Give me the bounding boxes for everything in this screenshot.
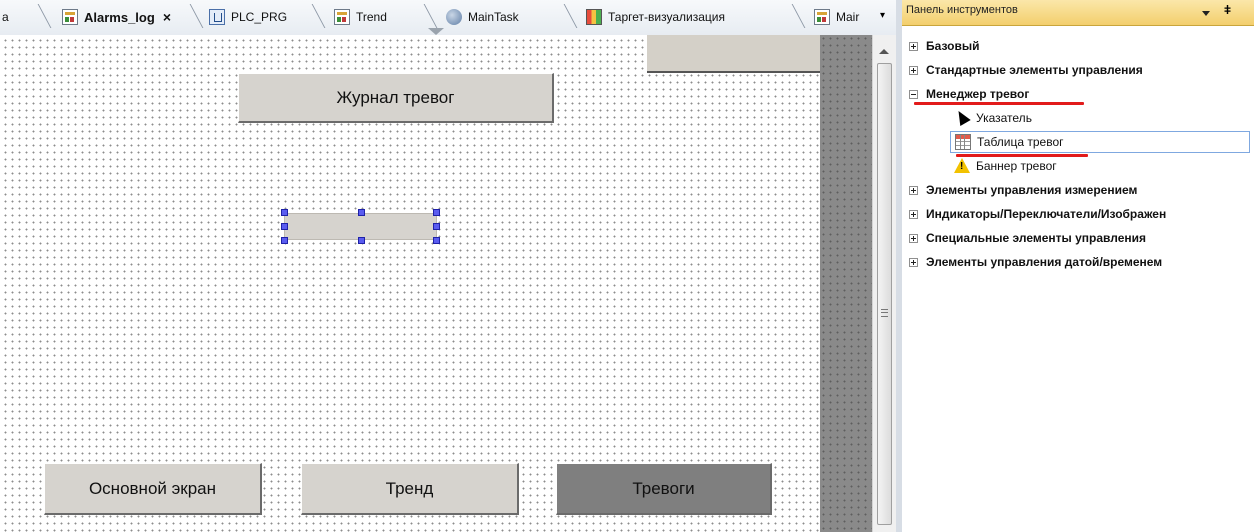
toolbox-group-label: Индикаторы/Переключатели/Изображен — [926, 207, 1167, 221]
program-icon — [209, 9, 225, 25]
expand-plus-icon[interactable] — [909, 233, 918, 243]
toolbox-group-label: Стандартные элементы управления — [926, 63, 1143, 77]
toolbox-group-label: Элементы управления измерением — [926, 183, 1138, 197]
warning-icon: ! — [954, 158, 970, 174]
resize-handle[interactable] — [281, 223, 288, 230]
scrollbar-thumb[interactable] — [877, 63, 892, 525]
panel-menu-chevron-icon[interactable] — [1202, 11, 1210, 16]
resize-handle[interactable] — [281, 237, 288, 244]
annotation-underline — [914, 102, 1084, 105]
resize-handle[interactable] — [358, 237, 365, 244]
toolbox-item-alarm-banner[interactable]: ! Баннер тревог — [954, 156, 1057, 176]
scroll-up-icon[interactable] — [879, 49, 889, 54]
trend-button[interactable]: Тренд — [301, 463, 519, 515]
tab-main-partial[interactable]: Mair — [814, 4, 859, 30]
resize-handle[interactable] — [433, 237, 440, 244]
task-icon — [446, 9, 462, 25]
alarm-table-icon — [955, 134, 971, 150]
tab-target-visualization[interactable]: Таргет-визуализация — [586, 4, 725, 30]
resize-handle[interactable] — [433, 223, 440, 230]
toolbox-group-basic[interactable]: Базовый — [909, 36, 979, 56]
toolbox-group-alarm-manager[interactable]: Менеджер тревог — [909, 84, 1029, 104]
toolbox-title-bar: Панель инструментов ǂ — [902, 0, 1254, 26]
toolbox-group-measurement-controls[interactable]: Элементы управления измерением — [909, 180, 1137, 200]
toolbox-group-indicators[interactable]: Индикаторы/Переключатели/Изображен — [909, 204, 1166, 224]
toolbox-panel: Панель инструментов ǂ Базовый Стандартны… — [902, 0, 1254, 532]
tab-main-partial-label: Mair — [836, 10, 860, 24]
toolbox-item-label: Таблица тревог — [977, 135, 1064, 149]
tab-partial-label: а — [2, 10, 9, 24]
expand-plus-icon[interactable] — [909, 185, 918, 195]
canvas-scroll-marker — [428, 28, 444, 35]
expand-plus-icon[interactable] — [909, 257, 918, 267]
tab-target-visualization-label: Таргет-визуализация — [608, 10, 725, 24]
tab-partial[interactable]: а — [2, 4, 9, 30]
pointer-arrow-icon — [953, 107, 971, 127]
tab-plc-prg[interactable]: PLC_PRG — [209, 4, 287, 30]
journal-title-button[interactable]: Журнал тревог — [238, 73, 554, 123]
pin-icon[interactable]: ǂ — [1224, 3, 1231, 17]
toolbox-item-label: Баннер тревог — [976, 159, 1057, 173]
expand-plus-icon[interactable] — [909, 41, 918, 51]
tab-trend-label: Trend — [356, 10, 387, 24]
tab-overflow-chevron-icon[interactable]: ▾ — [880, 10, 885, 21]
editor-tab-bar: а Alarms_log × PLC_PRG Trend MainTask Та… — [0, 0, 896, 36]
toolbox-group-special-controls[interactable]: Специальные элементы управления — [909, 228, 1146, 248]
alarm-table-placeholder[interactable] — [284, 213, 437, 240]
alarms-button[interactable]: Тревоги — [556, 463, 772, 515]
expand-plus-icon[interactable] — [909, 65, 918, 75]
resize-handle[interactable] — [281, 209, 288, 216]
visualization-icon — [334, 9, 350, 25]
toolbox-group-label: Специальные элементы управления — [926, 231, 1146, 245]
toolbox-title: Панель инструментов — [906, 4, 1018, 16]
toolbox-group-standard-controls[interactable]: Стандартные элементы управления — [909, 60, 1143, 80]
target-visualization-icon — [586, 9, 602, 25]
resize-handle[interactable] — [358, 209, 365, 216]
tab-plc-prg-label: PLC_PRG — [231, 10, 288, 24]
tab-alarms-log[interactable]: Alarms_log × — [62, 4, 171, 30]
tab-alarms-log-label: Alarms_log — [84, 9, 155, 25]
canvas-outside-area — [820, 35, 872, 532]
main-screen-button[interactable]: Основной экран — [44, 463, 262, 515]
visualization-icon — [62, 9, 78, 25]
collapse-minus-icon[interactable] — [909, 89, 918, 99]
visualization-icon — [814, 9, 830, 25]
grip-icon — [881, 309, 888, 317]
toolbox-group-label: Элементы управления датой/временем — [926, 255, 1163, 269]
expand-plus-icon[interactable] — [909, 209, 918, 219]
toolbox-group-datetime-controls[interactable]: Элементы управления датой/временем — [909, 252, 1162, 272]
tab-main-task[interactable]: MainTask — [446, 4, 519, 30]
resize-handle[interactable] — [433, 209, 440, 216]
tab-trend[interactable]: Trend — [334, 4, 387, 30]
close-icon[interactable]: × — [163, 9, 171, 25]
vertical-scrollbar[interactable] — [872, 35, 896, 532]
toolbox-group-label: Менеджер тревог — [926, 87, 1030, 101]
toolbox-item-alarm-table[interactable]: Таблица тревог — [950, 131, 1250, 153]
toolbox-group-label: Базовый — [926, 39, 980, 53]
tab-main-task-label: MainTask — [468, 10, 519, 24]
canvas-header-element[interactable] — [647, 35, 820, 73]
toolbox-item-pointer[interactable]: Указатель — [953, 107, 1032, 128]
toolbox-item-label: Указатель — [976, 111, 1032, 125]
